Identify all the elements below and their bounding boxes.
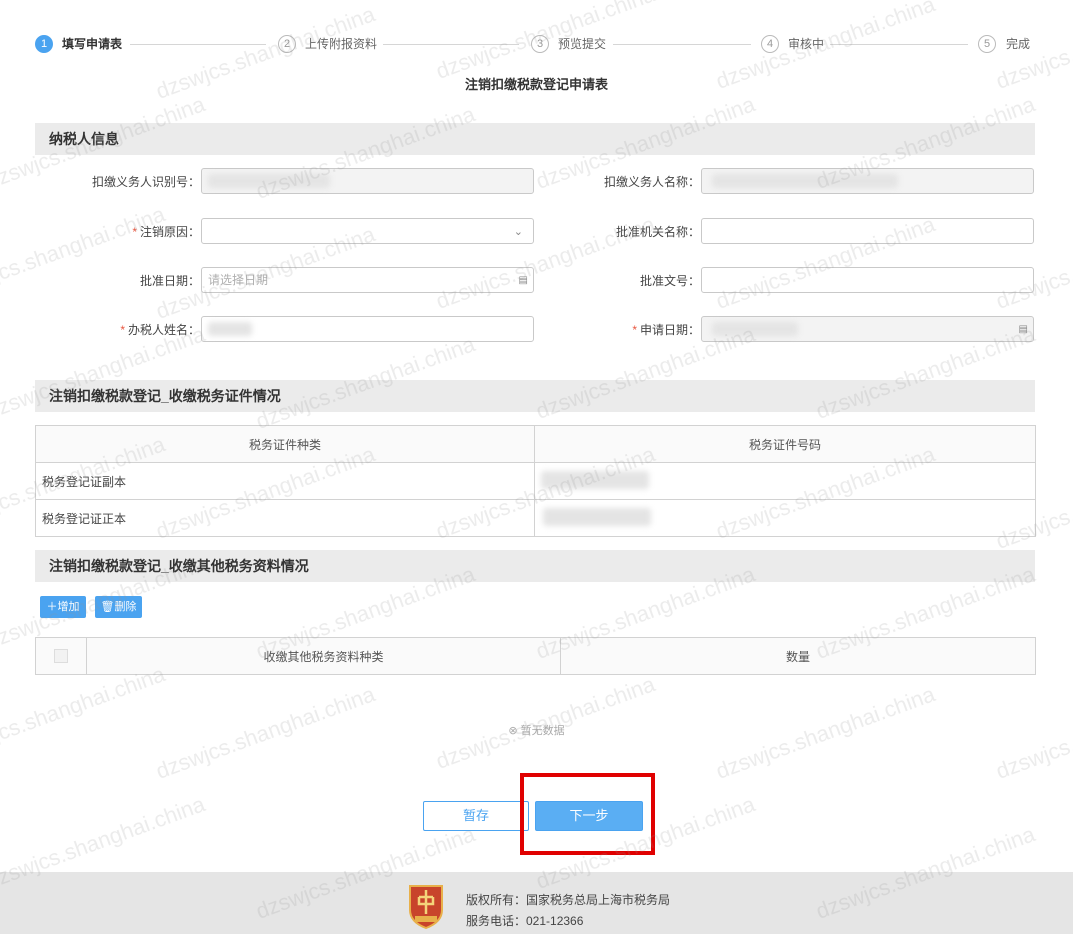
empty-state: ⊗ 暂无数据 bbox=[0, 722, 1073, 738]
section-certificates-header: 注销扣缴税款登记_收缴税务证件情况 bbox=[35, 380, 1035, 412]
section-title: 注销扣缴税款登记_收缴其他税务资料情况 bbox=[49, 558, 309, 574]
redacted-value bbox=[712, 322, 798, 336]
column-header: 数量 bbox=[560, 637, 1036, 675]
step-3-label: 预览提交 bbox=[558, 37, 607, 51]
apply-date-field[interactable]: ▤ bbox=[701, 316, 1034, 342]
required-mark: * bbox=[120, 323, 125, 337]
save-draft-button[interactable]: 暂存 bbox=[423, 801, 529, 831]
withholder-id-label: 扣缴义务人识别号： bbox=[91, 175, 200, 189]
button-label: 增加 bbox=[57, 601, 80, 613]
required-mark: * bbox=[132, 225, 137, 239]
select-all-cell bbox=[35, 637, 87, 675]
apply-date-label: * 申请日期： bbox=[560, 317, 700, 343]
column-header: 收缴其他税务资料种类 bbox=[86, 637, 561, 675]
other-docs-table: 收缴其他税务资料种类 数量 bbox=[35, 637, 1036, 675]
approval-org-input[interactable] bbox=[701, 218, 1034, 244]
table-header-row: 收缴其他税务资料种类 数量 bbox=[35, 637, 1036, 675]
cert-type-cell: 税务登记证正本 bbox=[35, 499, 535, 537]
watermark: dzswjcs.shanghai.china bbox=[0, 661, 169, 764]
section-title: 注销扣缴税款登记_收缴税务证件情况 bbox=[49, 388, 281, 404]
redacted-value bbox=[208, 322, 252, 336]
certificates-table: 税务证件种类 税务证件号码 税务登记证副本 税务登记证正本 bbox=[35, 425, 1036, 537]
column-header: 税务证件种类 bbox=[35, 425, 535, 463]
calendar-icon[interactable]: ▤ bbox=[1019, 318, 1028, 342]
button-label: 删除 bbox=[114, 601, 137, 613]
cert-type-cell: 税务登记证副本 bbox=[35, 462, 535, 500]
approval-doc-label: 批准文号： bbox=[639, 274, 700, 288]
redacted-value bbox=[541, 471, 649, 489]
plus-icon: ＋ bbox=[46, 601, 58, 613]
step-4-label: 审核中 bbox=[788, 37, 825, 51]
approval-date-label: 批准日期： bbox=[139, 274, 200, 288]
step-connector bbox=[130, 44, 266, 45]
cancel-reason-select[interactable]: ⌄ bbox=[201, 218, 534, 244]
step-3-number: 3 bbox=[531, 35, 549, 53]
calendar-icon[interactable]: ▤ bbox=[519, 269, 528, 293]
form-title: 注销扣缴税款登记申请表 bbox=[464, 77, 608, 92]
redacted-value bbox=[543, 508, 651, 526]
step-connector bbox=[613, 44, 751, 45]
section-taxpayer-header: 纳税人信息 bbox=[35, 123, 1035, 155]
column-header: 税务证件号码 bbox=[534, 425, 1036, 463]
step-1-number: 1 bbox=[35, 35, 53, 53]
withholder-name-label: 扣缴义务人名称： bbox=[603, 175, 700, 189]
step-connector bbox=[383, 44, 519, 45]
step-2-label: 上传附报资料 bbox=[305, 37, 378, 51]
step-5-label: 完成 bbox=[1006, 37, 1031, 51]
cert-number-cell[interactable] bbox=[534, 499, 1036, 537]
date-placeholder: 请选择日期 bbox=[208, 273, 269, 287]
approval-doc-input[interactable] bbox=[701, 267, 1034, 293]
label-text: 注销原因： bbox=[139, 225, 200, 239]
redacted-value bbox=[208, 174, 330, 188]
add-row-button[interactable]: ＋增加 bbox=[40, 596, 86, 618]
label-text: 申请日期： bbox=[639, 323, 700, 337]
withholder-name-field[interactable] bbox=[701, 168, 1034, 194]
empty-icon: ⊗ bbox=[508, 725, 518, 737]
footer: 版权所有：国家税务总局上海市税务局 服务电话：021-12366 bbox=[0, 872, 1073, 934]
step-4-number: 4 bbox=[761, 35, 779, 53]
withholder-id-field[interactable] bbox=[201, 168, 534, 194]
step-1-label: 填写申请表 bbox=[62, 37, 123, 51]
handler-name-input[interactable] bbox=[201, 316, 534, 342]
approval-org-label: 批准机关名称： bbox=[615, 225, 700, 239]
cert-number-cell[interactable] bbox=[534, 462, 1036, 500]
redacted-value bbox=[712, 174, 898, 188]
step-2-number: 2 bbox=[278, 35, 296, 53]
trash-icon: 🗑 bbox=[100, 601, 115, 613]
table-header-row: 税务证件种类 税务证件号码 bbox=[35, 425, 1036, 463]
footer-phone: 服务电话：021-12366 bbox=[466, 914, 584, 928]
table-row: 税务登记证正本 bbox=[35, 499, 1036, 537]
tax-bureau-emblem-icon bbox=[409, 885, 443, 930]
required-mark: * bbox=[632, 323, 637, 337]
handler-name-label: * 办税人姓名： bbox=[60, 317, 200, 343]
approval-date-picker[interactable]: 请选择日期 ▤ bbox=[201, 267, 534, 293]
chevron-down-icon: ⌄ bbox=[513, 226, 523, 238]
footer-copyright: 版权所有：国家税务总局上海市税务局 bbox=[466, 893, 671, 907]
section-title: 纳税人信息 bbox=[49, 131, 119, 147]
label-text: 办税人姓名： bbox=[127, 323, 200, 337]
table-row: 税务登记证副本 bbox=[35, 462, 1036, 500]
step-5-number: 5 bbox=[978, 35, 996, 53]
select-all-checkbox[interactable] bbox=[54, 649, 68, 663]
highlight-box bbox=[520, 773, 655, 855]
delete-row-button[interactable]: 🗑删除 bbox=[95, 596, 142, 618]
section-other-docs-header: 注销扣缴税款登记_收缴其他税务资料情况 bbox=[35, 550, 1035, 582]
cancel-reason-label: * 注销原因： bbox=[60, 219, 200, 245]
empty-text: 暂无数据 bbox=[520, 725, 565, 737]
step-connector bbox=[830, 44, 968, 45]
